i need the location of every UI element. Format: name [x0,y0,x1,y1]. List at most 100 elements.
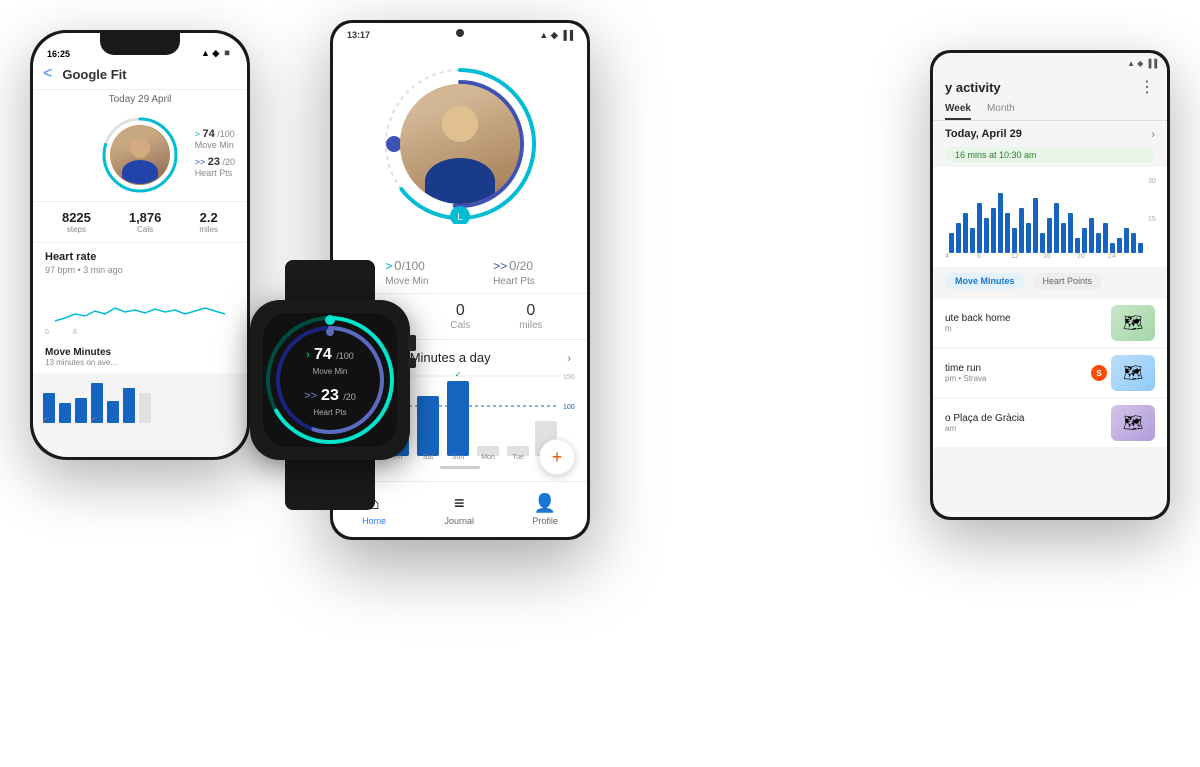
activity-item-2-right: S 🗺 [1091,355,1155,391]
svg-text:16: 16 [1043,253,1051,260]
iphone-move-val: 74 [202,128,214,140]
iphone-metrics: 8225 steps 1,876 Cals 2.2 miles [33,201,247,243]
devices-container: 16:25 ▲ ◆ ◾ < Google Fit Today 29 April [0,0,1200,767]
iphone-stats-right: > 74 /100 Move Min >> 23 /20 Heart Pts [195,128,235,182]
right-menu-icon[interactable]: ⋮ [1139,77,1155,97]
iphone-steps-label: steps [62,225,91,234]
activity-map-2: 🗺 [1111,355,1155,391]
android-miles-val: 0 [519,302,542,320]
tab-week[interactable]: Week [945,103,971,120]
iphone-avatar-section: > 74 /100 Move Min >> 23 /20 Heart Pts [33,109,247,201]
right-title: y activity [945,80,1001,95]
iphone-steps-val: 8225 [62,210,91,225]
strava-icon: S [1091,365,1107,381]
watch-band-bottom [285,460,375,510]
right-activity-badge: 16 mins at 10:30 am [945,147,1155,163]
android-signal: ▲ ◆ ▐▐ [539,30,573,41]
svg-text:20: 20 [1077,253,1085,260]
activity-info-1: ute back home m [945,313,1103,333]
iphone-bar-svg: ✓ ✓ [33,373,247,423]
tab-month[interactable]: Month [987,103,1015,120]
android-heart-stat: >> 0/20 Heart Pts [493,253,535,287]
right-bar-svg: 30 15 4 8 12 16 20 24 [945,173,1161,263]
right-status-bar: ▲ ◆ ▐▐ [933,53,1167,73]
iphone-miles-label: miles [199,225,218,234]
right-tabs: Week Month [933,103,1167,121]
android-avatar-section: L [333,47,587,247]
activity-item-3[interactable]: o Plaça de Gràcia am 🗺 [933,399,1167,447]
watch-heart-val: 23 [321,387,339,404]
activity-meta-3: am [945,424,1103,433]
right-header: y activity ⋮ [933,73,1167,103]
iphone-steps: 8225 steps [62,210,91,234]
profile-icon: 👤 [534,493,556,514]
activity-item-1[interactable]: ute back home m 🗺 [933,299,1167,347]
smartwatch: › 74 /100 Move Min >> 23 /20 [230,260,430,500]
heart-double-chevron: >> [195,157,206,167]
iphone-heart-val: 23 [208,156,220,168]
iphone-avatar [110,125,170,185]
iphone-heart-rate-title: Heart rate [33,243,247,265]
iphone-cals: 1,876 Cals [129,210,162,234]
svg-text:✓: ✓ [455,371,462,379]
iphone-move-label: Move Min [195,140,234,150]
iphone-move-denom: /100 [217,129,235,139]
iphone-miles: 2.2 miles [199,210,218,234]
watch-move-stat: › 74 /100 [306,346,353,364]
android-avatar-ring: L [380,64,540,224]
nav-journal-label: Journal [444,516,474,526]
activity-meta-1: m [945,324,1103,333]
activity-item-2[interactable]: time run pm • Strava S 🗺 [933,349,1167,397]
watch-heart-label: Heart Pts [313,408,346,417]
iphone-move-sub: 13 minutes on ave... [45,358,235,367]
svg-text:Tue: Tue [512,454,524,461]
android-camera [456,29,464,37]
svg-text:L: L [457,212,463,223]
filter-move-minutes[interactable]: Move Minutes [945,273,1025,289]
android-bar-chevron: › [567,351,571,365]
right-date-chevron[interactable]: › [1151,127,1155,141]
back-arrow-icon[interactable]: < [43,65,52,83]
right-date-row: Today, April 29 › [933,121,1167,147]
activity-info-3: o Plaça de Gràcia am [945,413,1103,433]
watch-crown [408,335,416,351]
activity-map-3: 🗺 [1111,405,1155,441]
activity-title-3: o Plaça de Gràcia [945,413,1103,424]
android-avatar [400,84,520,204]
right-date: Today, April 29 [945,128,1022,140]
nav-journal[interactable]: ≡ Journal [444,493,474,526]
activity-title-2: time run [945,363,1083,374]
iphone-heart-rate-val: 97 bpm • 3 min ago [33,265,247,281]
filter-heart-points[interactable]: Heart Points [1033,273,1103,289]
svg-text:6: 6 [73,329,77,336]
activity-info-2: time run pm • Strava [945,363,1083,383]
iphone-move-section: Move Minutes 13 minutes on ave... [33,341,247,373]
avatar-person [111,126,169,184]
fab-button[interactable]: + [539,439,575,475]
android-heart-num: 0/20 [509,253,533,276]
iphone-move-stat: > 74 /100 Move Min [195,128,235,150]
svg-text:0: 0 [45,329,49,336]
android-cals-label: Cals [450,320,470,331]
svg-text:Mon: Mon [481,454,495,461]
watch-move-icon: › [306,349,310,361]
svg-text:15: 15 [1148,216,1156,223]
watch-button [408,358,416,368]
iphone-device: 16:25 ▲ ◆ ◾ < Google Fit Today 29 April [30,30,250,460]
iphone-notch [100,33,180,55]
move-chevron: > [195,129,200,139]
android-time: 13:17 [347,30,370,40]
iphone-avatar-ring [100,115,180,195]
iphone-move-title: Move Minutes [45,347,235,358]
iphone-heart-label: Heart Pts [195,168,233,178]
nav-profile[interactable]: 👤 Profile [532,493,558,526]
right-filter-row: Move Minutes Heart Points [933,267,1167,295]
plus-icon: + [552,447,563,468]
android-miles-label: miles [519,320,542,331]
watch-case: › 74 /100 Move Min >> 23 /20 [250,300,410,460]
android-cals-val: 0 [450,302,470,320]
android-home-indicator [440,466,480,469]
iphone-header: < Google Fit [33,61,247,90]
iphone-bottom-chart: ✓ ✓ [33,373,247,423]
iphone-miles-val: 2.2 [199,210,218,225]
